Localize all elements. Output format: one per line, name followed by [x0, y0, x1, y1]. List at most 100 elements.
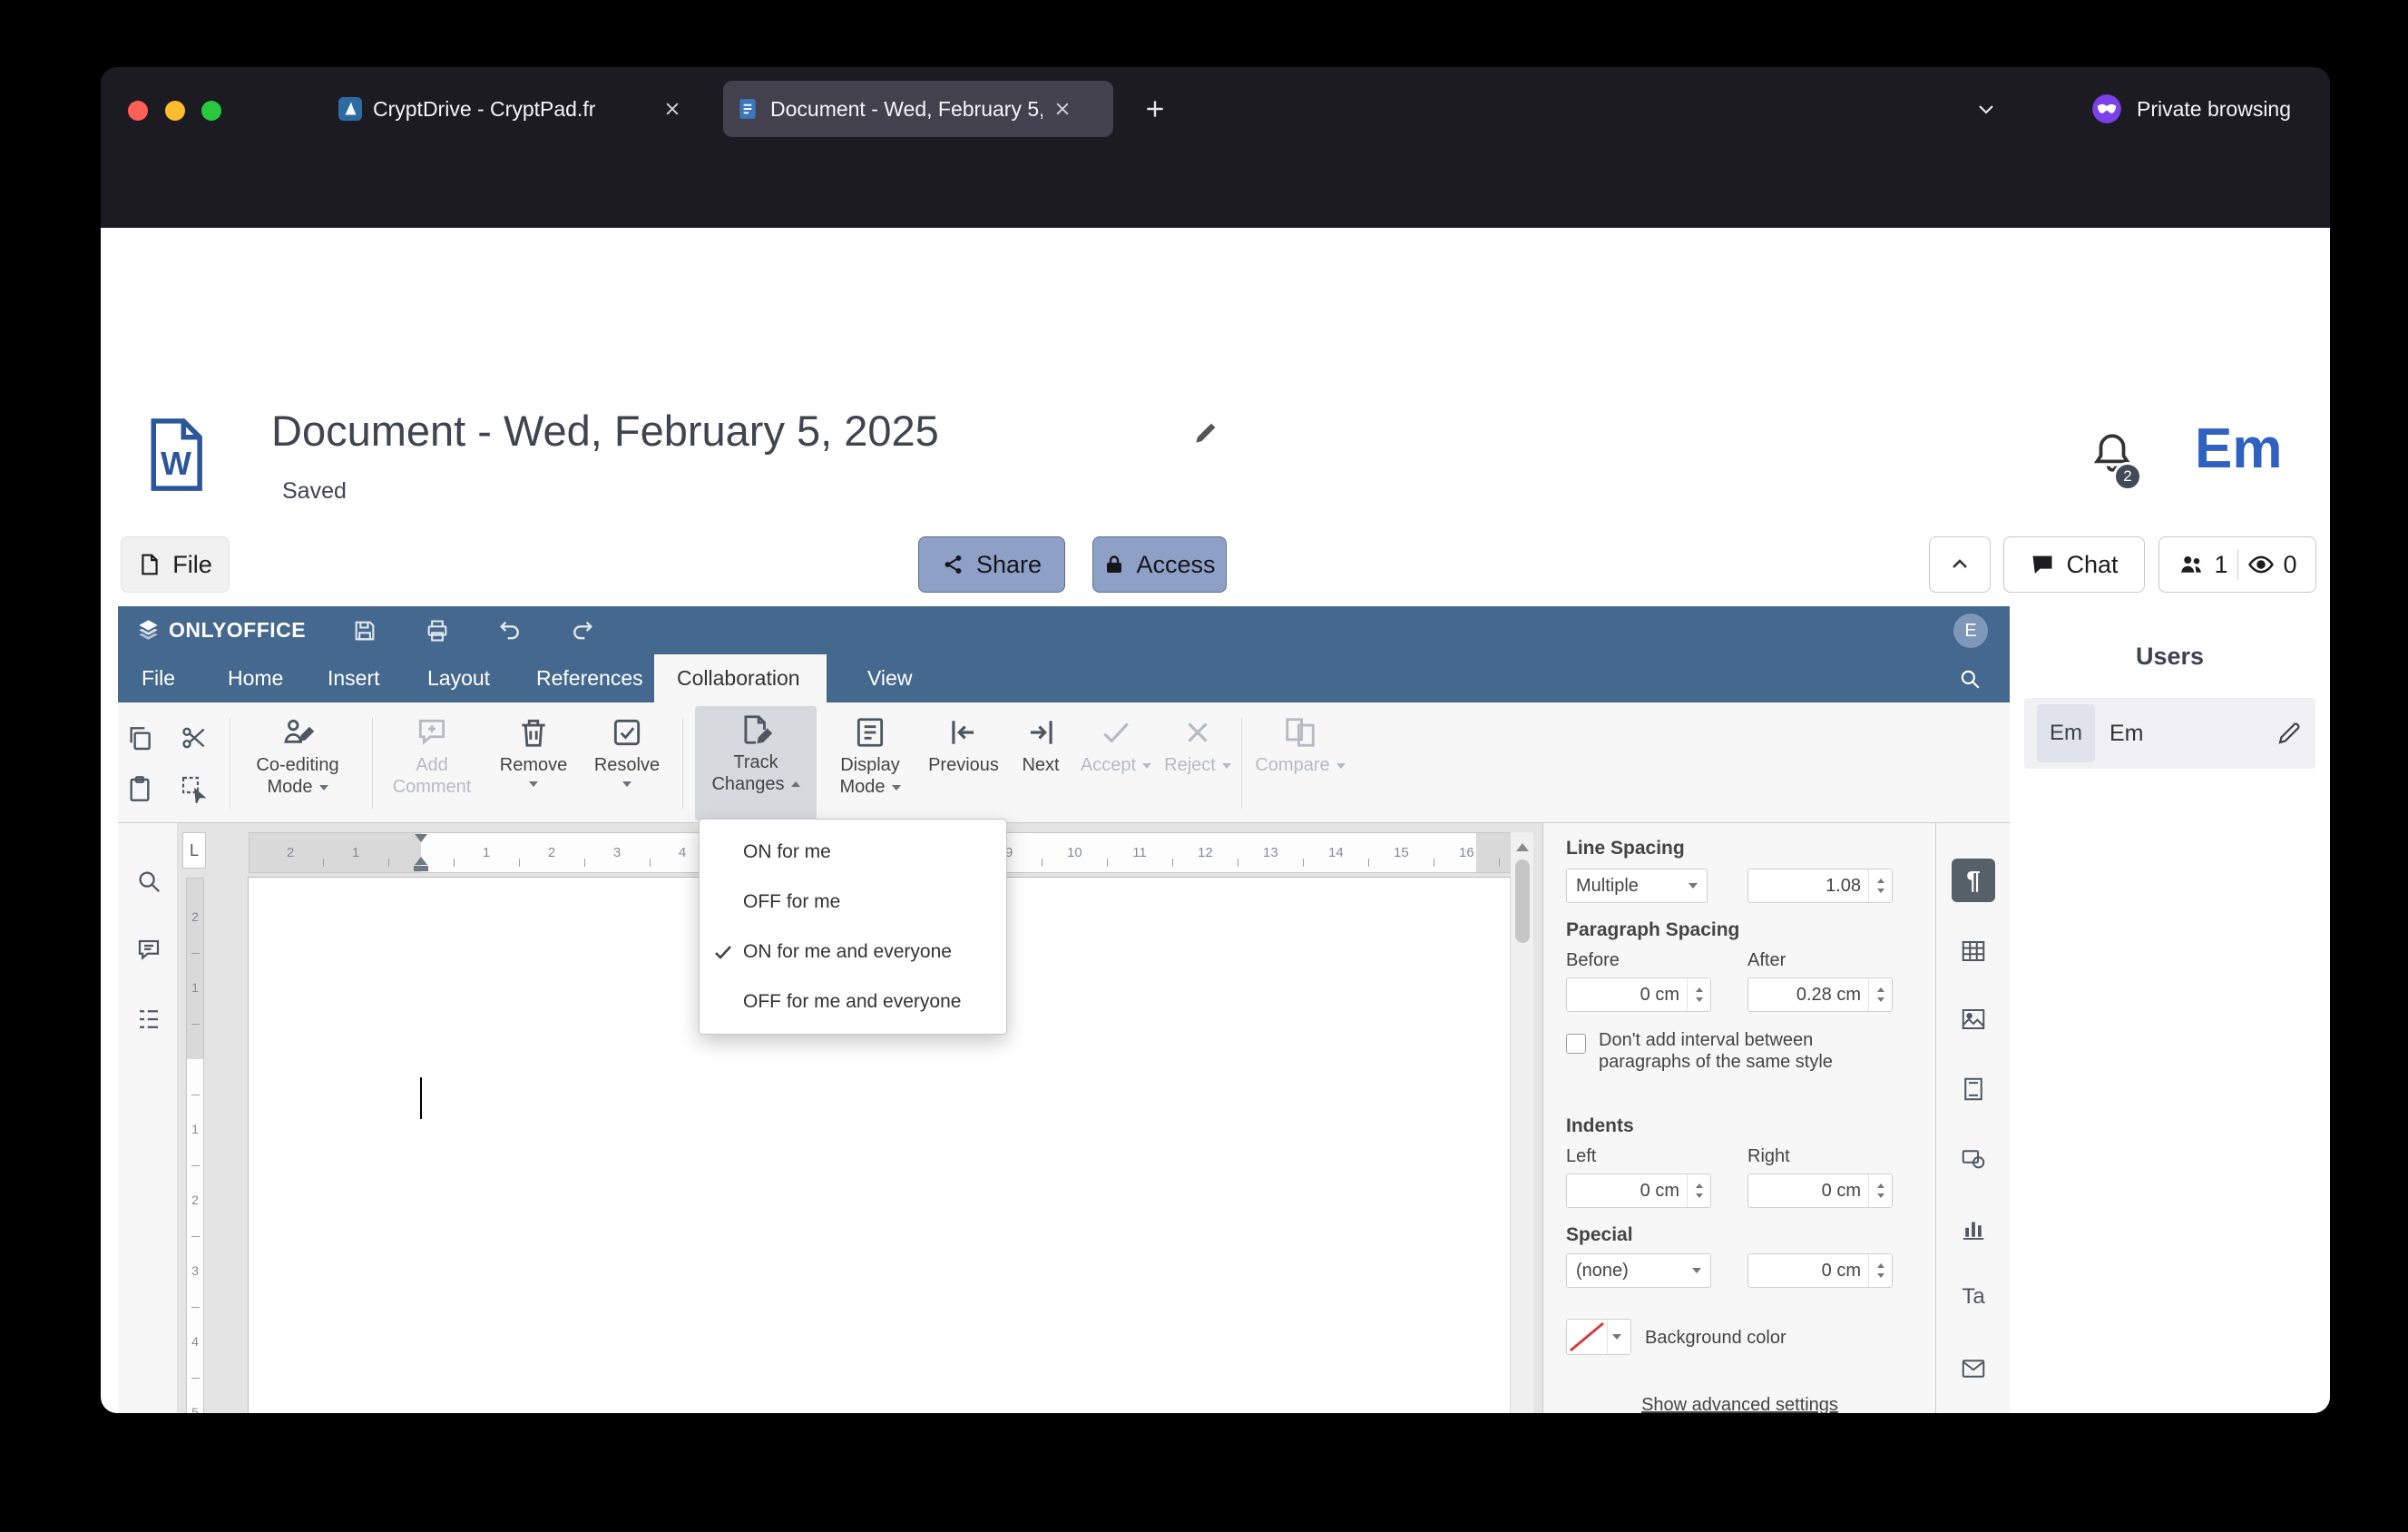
shape-settings-tab[interactable]: [1952, 1137, 1995, 1181]
spinner-arrows[interactable]: [1868, 1174, 1892, 1207]
chart-settings-tab[interactable]: [1952, 1207, 1995, 1251]
compare-icon: [1286, 718, 1315, 747]
find-button[interactable]: [131, 863, 167, 899]
right-tab-strip: ¶ Ta: [1935, 823, 2010, 1413]
advanced-settings-link[interactable]: Show advanced settings: [1543, 1395, 1936, 1413]
reject-button[interactable]: Reject: [1159, 709, 1237, 776]
compare-button[interactable]: Compare: [1253, 709, 1347, 776]
list-all-tabs-button[interactable]: [1966, 89, 2006, 129]
special-select[interactable]: (none): [1566, 1253, 1711, 1288]
menu-item-on-for-everyone[interactable]: ON for me and everyone: [700, 927, 1006, 977]
new-tab-button[interactable]: [1133, 87, 1177, 131]
spinner-arrows[interactable]: [1687, 1174, 1710, 1207]
edit-title-pencil-icon[interactable]: [1191, 418, 1220, 447]
editor-user-avatar[interactable]: E: [1953, 614, 1988, 648]
left-indent-box[interactable]: [414, 866, 428, 871]
print-button[interactable]: [419, 614, 455, 647]
tab-document-active[interactable]: Document - Wed, February 5, 2: [723, 81, 1113, 137]
scrollbar-thumb[interactable]: [1514, 859, 1530, 943]
line-spacing-amount-spinner[interactable]: 1.08: [1747, 869, 1893, 903]
spacing-before-spinner[interactable]: 0 cm: [1566, 977, 1711, 1012]
resolve-button[interactable]: Resolve: [583, 709, 671, 791]
user-avatar-initials[interactable]: Em: [2195, 417, 2282, 481]
special-amount-spinner[interactable]: 0 cm: [1747, 1253, 1893, 1288]
add-comment-button[interactable]: Add Comment: [384, 709, 480, 798]
access-button[interactable]: Access: [1092, 536, 1227, 593]
close-tab-icon[interactable]: [663, 100, 681, 118]
rename-pencil-icon[interactable]: [2276, 720, 2303, 747]
minimize-window-button[interactable]: [165, 101, 185, 121]
zoom-window-button[interactable]: [201, 101, 221, 121]
chat-button[interactable]: Chat: [2003, 536, 2145, 593]
tab-home[interactable]: Home: [228, 654, 283, 702]
share-button[interactable]: Share: [918, 536, 1065, 593]
indent-right-spinner[interactable]: 0 cm: [1747, 1174, 1893, 1208]
divider: [2237, 549, 2238, 580]
menu-item-on-for-me[interactable]: ON for me: [700, 827, 1006, 877]
indent-left-spinner[interactable]: 0 cm: [1566, 1174, 1711, 1208]
table-icon: [1962, 941, 1985, 961]
cut-button[interactable]: [176, 720, 212, 756]
previous-change-button[interactable]: Previous: [922, 709, 1005, 776]
collapse-toolbar-button[interactable]: [1929, 536, 1991, 593]
line-spacing-select[interactable]: Multiple: [1566, 869, 1708, 903]
mail-merge-tab[interactable]: [1952, 1347, 1995, 1390]
text-art-settings-tab[interactable]: Ta: [1952, 1275, 1995, 1319]
plus-icon: [1147, 101, 1163, 117]
search-button[interactable]: [1953, 663, 1986, 694]
tab-collaboration-active[interactable]: Collaboration: [677, 654, 800, 702]
undo-button[interactable]: [492, 614, 528, 647]
save-button[interactable]: [347, 614, 383, 647]
menu-item-off-for-everyone[interactable]: OFF for me and everyone: [700, 977, 1006, 1026]
members-viewers-button[interactable]: 1 0: [2158, 536, 2316, 593]
ruler-tick: [191, 1236, 200, 1237]
navigation-panel-button[interactable]: [131, 1001, 167, 1037]
select-icon: [181, 776, 207, 803]
tab-insert[interactable]: Insert: [328, 654, 380, 702]
spinner-arrows[interactable]: [1868, 869, 1892, 902]
background-color-picker[interactable]: [1566, 1319, 1631, 1355]
interval-checkbox[interactable]: [1566, 1034, 1586, 1054]
vertical-scrollbar[interactable]: [1510, 832, 1533, 1413]
tab-cryptdrive[interactable]: CryptDrive - CryptPad.fr: [326, 81, 694, 137]
coediting-mode-button[interactable]: Co-editing Mode: [239, 709, 357, 798]
remove-comment-button[interactable]: Remove: [489, 709, 578, 791]
menu-item-off-for-me[interactable]: OFF for me: [700, 877, 1006, 927]
v-ruler[interactable]: 21123456: [186, 878, 204, 1413]
paragraph-settings-tab[interactable]: ¶: [1952, 859, 1995, 902]
display-mode-button[interactable]: Display Mode: [823, 709, 917, 798]
tab-stop-selector[interactable]: L: [182, 832, 206, 869]
file-button[interactable]: File: [121, 536, 230, 593]
screen: { "browser": { "tab1": { "title": "Crypt…: [0, 0, 2408, 1532]
next-change-button[interactable]: Next: [1008, 709, 1073, 776]
tab-references[interactable]: References: [536, 654, 643, 702]
track-changes-button[interactable]: Track Changes: [695, 706, 817, 820]
tab-file[interactable]: File: [142, 654, 175, 702]
spinner-arrows[interactable]: [1868, 978, 1892, 1011]
tab-layout[interactable]: Layout: [427, 654, 490, 702]
accept-button[interactable]: Accept: [1075, 709, 1157, 776]
paste-button[interactable]: [122, 771, 158, 807]
image-settings-tab[interactable]: [1952, 997, 1995, 1041]
comments-panel-button[interactable]: [131, 932, 167, 968]
notifications-button[interactable]: 2: [2090, 429, 2142, 491]
close-tab-icon[interactable]: [1053, 100, 1072, 118]
copy-button[interactable]: [122, 720, 158, 756]
left-indent-marker[interactable]: [415, 850, 427, 865]
spacing-after-spinner[interactable]: 0.28 cm: [1747, 977, 1893, 1012]
header-footer-settings-tab[interactable]: [1952, 1067, 1995, 1111]
spinner-arrows[interactable]: [1687, 978, 1710, 1011]
user-list-item[interactable]: Em Em: [2024, 698, 2315, 769]
select-all-button[interactable]: [176, 771, 212, 807]
close-window-button[interactable]: [128, 101, 148, 121]
tab-view[interactable]: View: [867, 654, 912, 702]
first-line-indent-marker[interactable]: [415, 834, 427, 849]
redo-button[interactable]: [564, 614, 601, 647]
spinner-arrows[interactable]: [1868, 1254, 1892, 1287]
scroll-up-arrow[interactable]: [1515, 837, 1529, 851]
divider: [682, 718, 683, 809]
onlyoffice-logo-icon: [139, 620, 158, 640]
document-title[interactable]: Document - Wed, February 5, 2025: [271, 406, 939, 456]
cryptpad-page: W Document - Wed, February 5, 2025 Saved…: [101, 228, 2330, 1413]
table-settings-tab[interactable]: [1952, 929, 1995, 973]
